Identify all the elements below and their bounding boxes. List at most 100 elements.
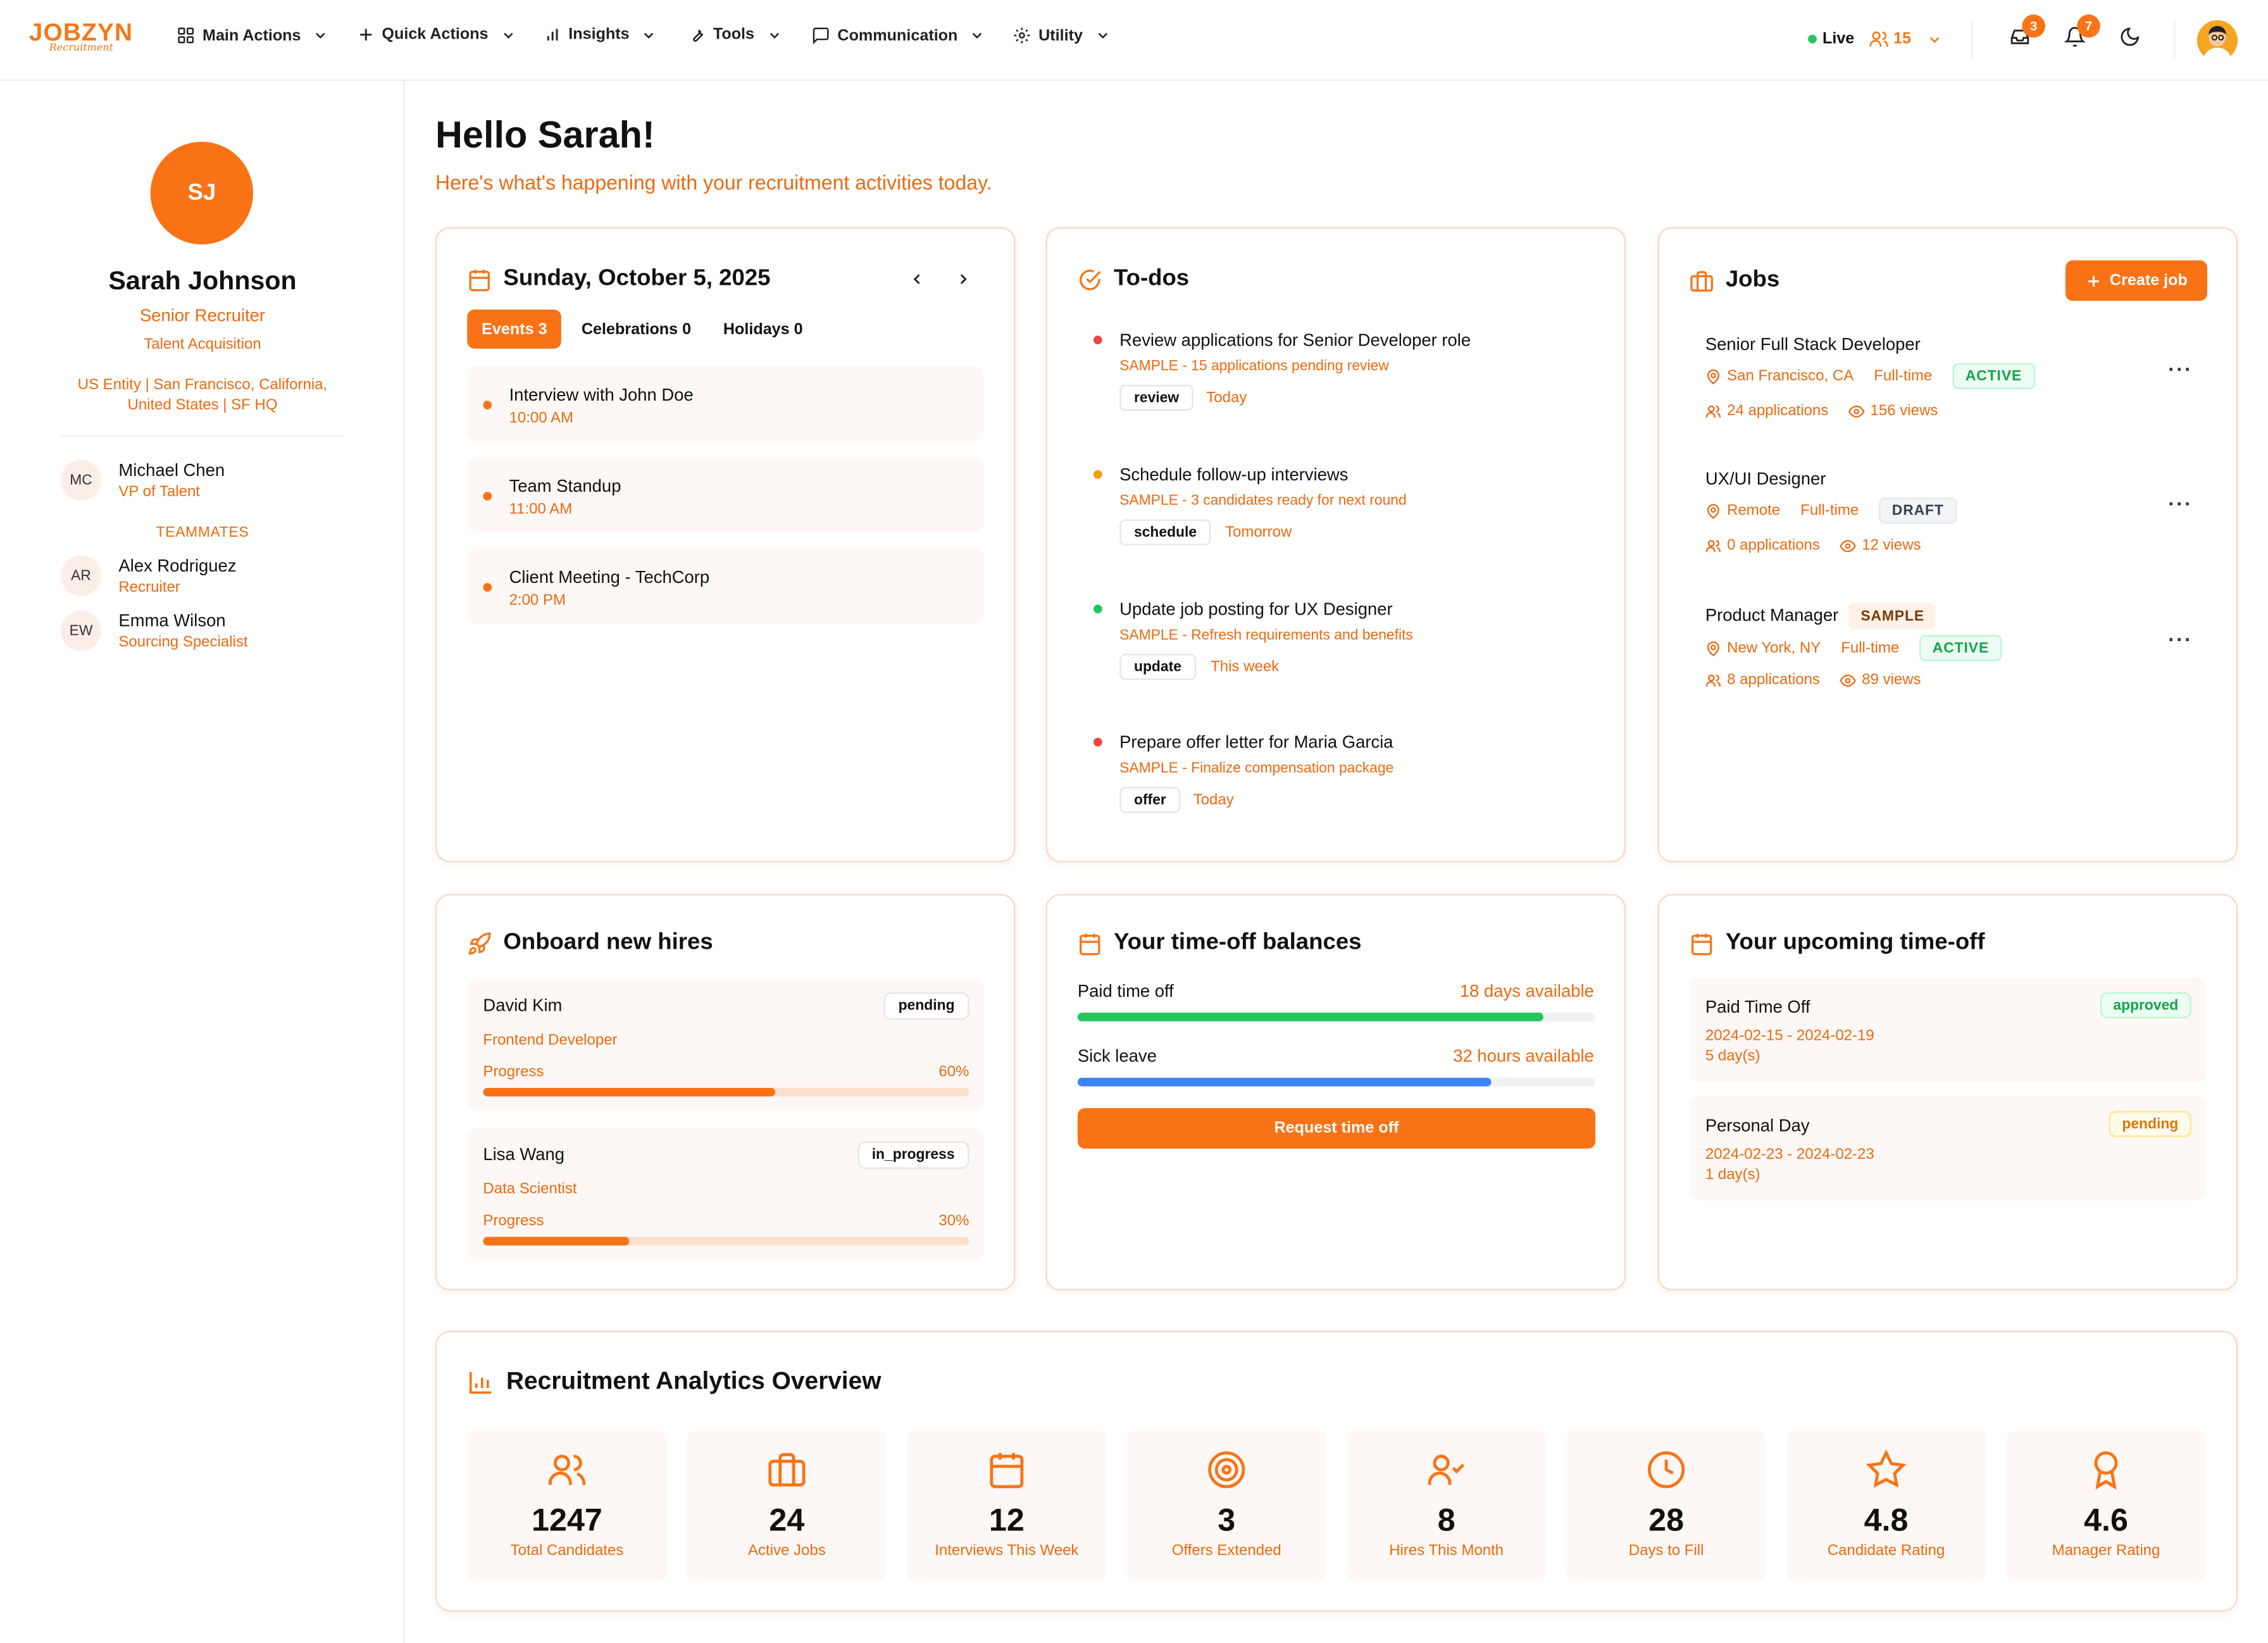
person-name: Alex Rodriguez: [118, 555, 237, 576]
online-count: 15: [1869, 29, 1943, 49]
new-hire-item[interactable]: Lisa Wang in_progress Data Scientist Pro…: [467, 1128, 984, 1260]
create-job-button[interactable]: Create job: [2065, 260, 2207, 301]
new-hire-item[interactable]: David Kim pending Frontend Developer Pro…: [467, 979, 984, 1111]
event-item[interactable]: Team Standup 11:00 AM: [467, 457, 984, 533]
user-avatar[interactable]: [2196, 20, 2238, 61]
onboard-title: Onboard new hires: [503, 930, 713, 955]
nav-label: Quick Actions: [382, 26, 489, 44]
event-item[interactable]: Client Meeting - TechCorp 2:00 PM: [467, 548, 984, 624]
teammate-card[interactable]: EW Emma Wilson Sourcing Specialist: [60, 610, 248, 651]
job-type: Full-time: [1874, 367, 1933, 385]
balance-bar: [1077, 1077, 1596, 1087]
job-title: UX/UI Designer: [1705, 468, 1826, 489]
eye-icon: [1848, 403, 1865, 419]
balance-label: Paid time off: [1077, 980, 1174, 1001]
timeoff-item[interactable]: Paid Time Off approved 2024-02-15 - 2024…: [1689, 978, 2206, 1082]
nav-tools[interactable]: Tools: [688, 26, 782, 44]
grid-icon: [177, 26, 196, 45]
balance-label: Sick leave: [1077, 1046, 1157, 1066]
event-item[interactable]: Interview with John Doe 10:00 AM: [467, 366, 984, 442]
profile-department: Talent Acquisition: [144, 335, 261, 353]
tab-events[interactable]: Events 3: [467, 309, 562, 349]
profile-location: US Entity | San Francisco, California, U…: [77, 376, 328, 414]
nav-utility[interactable]: Utility: [1012, 26, 1110, 45]
chevron-down-icon: [313, 27, 328, 43]
manager-card[interactable]: MC Michael Chen VP of Talent: [60, 459, 225, 501]
job-stats: 8 applications 89 views: [1705, 672, 1921, 689]
chevron-down-icon: [641, 27, 657, 42]
person-role: VP of Talent: [118, 483, 200, 501]
stat-offers[interactable]: 3 Offers Extended: [1126, 1430, 1326, 1582]
live-status[interactable]: Live 15: [1808, 29, 1943, 49]
balances-header: Your time-off balances: [1078, 930, 1362, 956]
inbox-button[interactable]: 3: [2009, 14, 2045, 55]
stat-active-jobs[interactable]: 24 Active Jobs: [687, 1430, 887, 1582]
nav-communication[interactable]: Communication: [811, 26, 985, 45]
todo-due: This week: [1211, 658, 1280, 676]
more-options-icon[interactable]: ···: [2168, 358, 2193, 381]
stat-value: 4.8: [1864, 1501, 1909, 1538]
balances-card: Your time-off balances Paid time off 18 …: [1045, 894, 1626, 1290]
priority-dot: [1093, 604, 1102, 614]
chevron-left-icon[interactable]: [908, 270, 925, 287]
divider: [2174, 20, 2176, 58]
more-options-icon[interactable]: ···: [2168, 492, 2193, 515]
hire-role: Data Scientist: [483, 1180, 577, 1198]
nav-quick-actions[interactable]: Quick Actions: [358, 26, 516, 44]
logo[interactable]: JOBZYN Recruitment: [29, 20, 133, 54]
users-icon: [1705, 537, 1721, 553]
job-applications: 24 applications: [1727, 402, 1829, 420]
todo-tag: review: [1119, 384, 1194, 411]
todo-subtitle: SAMPLE - 15 applications pending review: [1119, 358, 1389, 375]
map-pin-icon: [1705, 503, 1721, 518]
stat-candidate-rating[interactable]: 4.8 Candidate Rating: [1786, 1430, 1986, 1582]
chevron-down-icon: [1927, 31, 1943, 47]
theme-toggle[interactable]: [2119, 26, 2141, 55]
event-dot: [483, 401, 492, 409]
chevron-down-icon: [766, 27, 782, 42]
event-dot: [483, 492, 492, 501]
nav-insights[interactable]: Insights: [544, 26, 657, 44]
notifications-button[interactable]: 7: [2064, 14, 2100, 55]
stat-hires[interactable]: 8 Hires This Month: [1346, 1430, 1547, 1582]
teammate-card[interactable]: AR Alex Rodriguez Recruiter: [60, 555, 237, 596]
progress-bar: [483, 1087, 969, 1097]
stat-manager-rating[interactable]: 4.6 Manager Rating: [2006, 1430, 2206, 1582]
event-time: 11:00 AM: [509, 500, 573, 518]
stat-value: 24: [769, 1501, 805, 1538]
page-title: Hello Sarah!: [435, 113, 655, 156]
job-title-row: Product Manager SAMPLE: [1705, 603, 1936, 630]
stat-total-candidates[interactable]: 1247 Total Candidates: [467, 1430, 667, 1582]
wrench-icon: [688, 26, 706, 43]
stat-interviews[interactable]: 12 Interviews This Week: [907, 1430, 1107, 1582]
todo-title: Prepare offer letter for Maria Garcia: [1119, 732, 1393, 753]
inbox-badge: 3: [2022, 14, 2045, 38]
status-badge: pending: [883, 992, 969, 1020]
stat-days-to-fill[interactable]: 28 Days to Fill: [1566, 1430, 1766, 1582]
request-time-off-button[interactable]: Request time off: [1077, 1108, 1596, 1149]
person-role: Recruiter: [118, 578, 180, 596]
job-location: Remote: [1727, 502, 1781, 520]
jobs-card: Jobs Create job Senior Full Stack Develo…: [1657, 227, 2238, 863]
onboard-header: Onboard new hires: [467, 930, 713, 956]
job-applications: 8 applications: [1727, 671, 1820, 689]
balance-value: 18 days available: [1459, 980, 1594, 1001]
balances-title: Your time-off balances: [1113, 930, 1362, 955]
profile-name: Sarah Johnson: [108, 266, 297, 296]
more-options-icon[interactable]: ···: [2168, 628, 2193, 651]
timeoff-dates: 2024-02-23 - 2024-02-23: [1705, 1146, 1874, 1163]
chevron-right-icon[interactable]: [955, 270, 972, 287]
tab-holidays[interactable]: Holidays 0: [709, 309, 817, 349]
job-type: Full-time: [1841, 639, 1900, 657]
logo-text: JOBZYN: [28, 18, 134, 47]
clock-icon: [1566, 1449, 1766, 1490]
calendar-icon: [1078, 931, 1102, 956]
balance-fill: [1077, 1077, 1492, 1087]
stat-value: 3: [1218, 1501, 1236, 1538]
profile-avatar[interactable]: SJ: [150, 141, 253, 245]
tab-celebrations[interactable]: Celebrations 0: [567, 309, 706, 349]
stat-value: 12: [988, 1501, 1025, 1538]
nav-main-actions[interactable]: Main Actions: [177, 26, 328, 45]
balance-fill: [1077, 1012, 1544, 1021]
timeoff-item[interactable]: Personal Day pending 2024-02-23 - 2024-0…: [1689, 1096, 2206, 1201]
